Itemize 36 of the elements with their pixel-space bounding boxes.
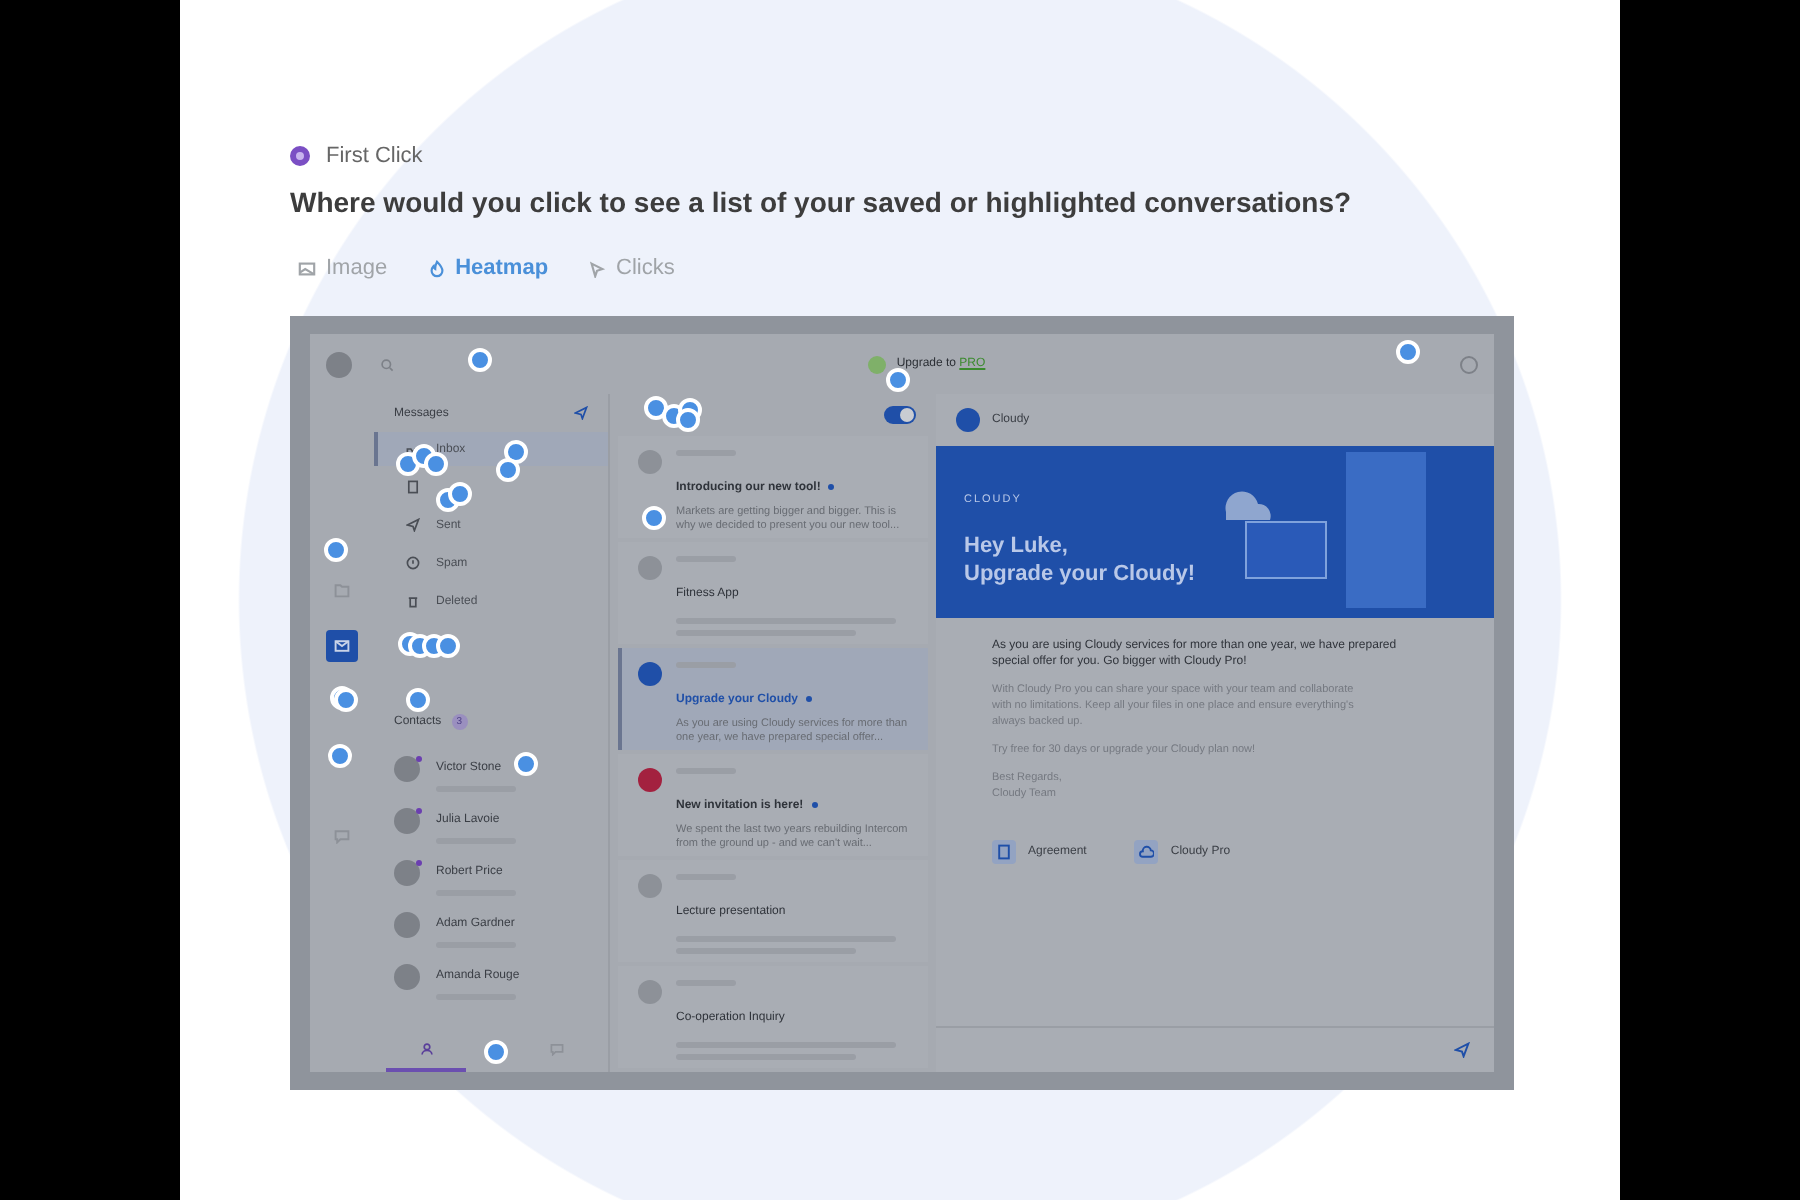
toggle-switch[interactable] [884, 406, 916, 424]
rail-button[interactable] [326, 630, 358, 662]
flame-icon [427, 259, 446, 277]
task-type-label: First Click [326, 144, 423, 168]
document-icon [406, 480, 420, 494]
avatar-circle [326, 351, 352, 377]
chat-bubble-icon [549, 1041, 563, 1055]
cursor-icon [588, 259, 607, 277]
sender-avatar [956, 408, 980, 432]
banner-heading: Hey Luke, [964, 531, 1070, 560]
task-question: Where would you click to see a list of your saved or highlighted conversations? [290, 186, 1354, 218]
chat-bubble-icon [334, 828, 350, 844]
trash-icon [406, 594, 420, 608]
first-click-icon [290, 146, 310, 166]
attachment-icon[interactable] [1134, 839, 1159, 864]
mail-icon [334, 638, 350, 654]
folder-icon [334, 582, 350, 598]
paper-plane-icon [1454, 1042, 1470, 1058]
avatar-circle [638, 874, 662, 898]
image-icon [298, 259, 316, 277]
user-icon [419, 1041, 433, 1055]
banner-heading: Upgrade your Cloudy! [964, 560, 1196, 589]
view-tab[interactable]: Heatmap [427, 256, 549, 280]
attachment-icon[interactable] [992, 839, 1016, 864]
search-icon [380, 357, 394, 371]
paper-plane-icon [406, 518, 420, 532]
upgrade-icon [868, 355, 887, 373]
avatar-circle [638, 980, 662, 1004]
warning-icon [406, 556, 420, 570]
avatar-circle [638, 556, 662, 580]
avatar-circle [638, 450, 662, 474]
cloud-icon [1138, 843, 1155, 860]
document-icon [996, 843, 1012, 860]
send-icon[interactable] [1454, 1042, 1470, 1058]
paper-plane-icon [574, 406, 588, 420]
compose-icon[interactable] [574, 406, 588, 420]
